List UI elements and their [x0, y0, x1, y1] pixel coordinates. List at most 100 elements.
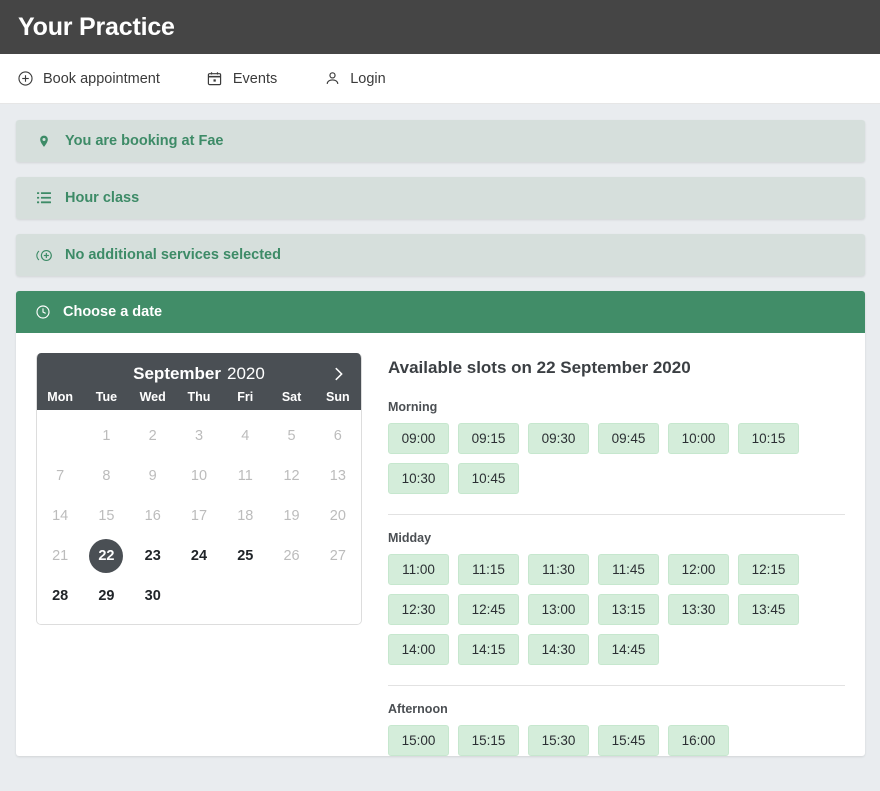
- time-slot-label: 13:45: [751, 602, 786, 617]
- time-slot-1345[interactable]: 13:45: [738, 594, 799, 625]
- time-slot-1230[interactable]: 12:30: [388, 594, 449, 625]
- nav-item-events[interactable]: Events: [206, 70, 277, 88]
- time-slot-label: 09:45: [611, 431, 646, 446]
- time-slot-label: 11:00: [402, 562, 435, 577]
- calendar-day-number: 24: [190, 547, 208, 564]
- time-slot-1400[interactable]: 14:00: [388, 634, 449, 665]
- map-pin-icon: [34, 132, 54, 150]
- banner-location[interactable]: You are booking at Fae: [16, 120, 865, 162]
- time-slot-label: 13:30: [681, 602, 716, 617]
- time-slot-1200[interactable]: 12:00: [668, 554, 729, 585]
- weekday-tue: Tue: [95, 390, 118, 404]
- time-slot-1545[interactable]: 15:45: [598, 725, 659, 756]
- add-service-icon: [34, 246, 54, 264]
- time-slot-1300[interactable]: 13:00: [528, 594, 589, 625]
- time-slot-1500[interactable]: 15:00: [388, 725, 449, 756]
- calendar-day-25[interactable]: 25: [222, 536, 268, 576]
- calendar-day-number: 26: [283, 547, 300, 564]
- calendar-day-number: 1: [102, 427, 111, 444]
- calendar-day-18: 18: [222, 496, 268, 536]
- calendar-day-14: 14: [37, 496, 83, 536]
- calendar-day-3: 3: [176, 416, 222, 456]
- calendar-day-12: 12: [268, 456, 314, 496]
- calendar-day-number: 13: [329, 467, 346, 484]
- calendar-day-13: 13: [315, 456, 361, 496]
- slot-group-divider: [388, 685, 845, 686]
- calendar-day-7: 7: [37, 456, 83, 496]
- calendar-day-28[interactable]: 28: [37, 576, 83, 616]
- nav-item-login[interactable]: Login: [323, 70, 386, 88]
- calendar-day-number: 12: [283, 467, 300, 484]
- time-slot-1315[interactable]: 13:15: [598, 594, 659, 625]
- calendar-day-number: 18: [237, 507, 254, 524]
- time-slot-label: 15:15: [471, 733, 506, 748]
- calendar-day-27: 27: [315, 536, 361, 576]
- weekday-fri: Fri: [237, 390, 254, 404]
- banner-service[interactable]: Hour class: [16, 177, 865, 219]
- calendar-day-number: 4: [241, 427, 250, 444]
- calendar-day-number: 23: [144, 547, 161, 564]
- time-slot-0945[interactable]: 09:45: [598, 423, 659, 454]
- time-slot-1600[interactable]: 16:00: [668, 725, 729, 756]
- time-slot-label: 12:15: [751, 562, 786, 577]
- calendar-day-30[interactable]: 30: [130, 576, 176, 616]
- time-slot-1445[interactable]: 14:45: [598, 634, 659, 665]
- banner-additional-services[interactable]: No additional services selected: [16, 234, 865, 276]
- time-slot-1215[interactable]: 12:15: [738, 554, 799, 585]
- calendar-day-24[interactable]: 24: [176, 536, 222, 576]
- time-slot-label: 16:00: [681, 733, 716, 748]
- time-slot-0930[interactable]: 09:30: [528, 423, 589, 454]
- weekday-wed: Wed: [139, 390, 166, 404]
- calendar-day-15: 15: [83, 496, 129, 536]
- time-slot-1030[interactable]: 10:30: [388, 463, 449, 494]
- time-slot-label: 15:00: [401, 733, 436, 748]
- time-slot-1515[interactable]: 15:15: [458, 725, 519, 756]
- calendar-day-number: 9: [148, 467, 157, 484]
- time-slot-label: 14:00: [401, 642, 436, 657]
- top-bar: Your Practice: [0, 0, 880, 54]
- time-slot-1145[interactable]: 11:45: [598, 554, 659, 585]
- next-month-button[interactable]: [325, 360, 351, 388]
- plus-circle-icon: [16, 70, 34, 88]
- calendar-day-10: 10: [176, 456, 222, 496]
- time-slot-1015[interactable]: 10:15: [738, 423, 799, 454]
- time-slot-label: 09:15: [471, 431, 506, 446]
- weekday-thu: Thu: [187, 390, 211, 404]
- calendar-day-number: 25: [237, 547, 254, 564]
- time-slot-1245[interactable]: 12:45: [458, 594, 519, 625]
- time-slot-label: 14:30: [541, 642, 576, 657]
- calendar-day-29[interactable]: 29: [83, 576, 129, 616]
- time-slot-1430[interactable]: 14:30: [528, 634, 589, 665]
- calendar-day-number: 10: [190, 467, 208, 484]
- time-slot-1000[interactable]: 10:00: [668, 423, 729, 454]
- calendar-day-number: 21: [52, 547, 69, 564]
- time-slot-1530[interactable]: 15:30: [528, 725, 589, 756]
- time-slot-0915[interactable]: 09:15: [458, 423, 519, 454]
- time-slot-1100[interactable]: 11:00: [388, 554, 449, 585]
- time-slot-label: 10:15: [751, 431, 786, 446]
- calendar-day-21: 21: [37, 536, 83, 576]
- calendar-day-number: 20: [329, 507, 346, 524]
- time-slot-label: 11:30: [542, 562, 575, 577]
- calendar-day-number: 14: [52, 507, 69, 524]
- time-slot-0900[interactable]: 09:00: [388, 423, 449, 454]
- time-slot-1045[interactable]: 10:45: [458, 463, 519, 494]
- time-slot-1115[interactable]: 11:15: [458, 554, 519, 585]
- banner-service-label: Hour class: [65, 190, 140, 206]
- panel-body: September 2020 Mon Tue Wed Thu Fri Sat S…: [16, 333, 865, 756]
- time-slot-label: 12:45: [471, 602, 506, 617]
- time-slot-label: 09:30: [541, 431, 576, 446]
- calendar-day-23[interactable]: 23: [130, 536, 176, 576]
- list-icon: [34, 189, 54, 207]
- calendar-icon: [206, 70, 224, 88]
- slot-group-label: Morning: [388, 400, 438, 414]
- nav-item-book-appointment[interactable]: Book appointment: [16, 70, 160, 88]
- calendar-day-8: 8: [83, 456, 129, 496]
- calendar-day-22[interactable]: 22: [83, 536, 129, 576]
- nav-label-book-appointment: Book appointment: [43, 70, 160, 87]
- time-slot-1130[interactable]: 11:30: [528, 554, 589, 585]
- calendar-day-6: 6: [315, 416, 361, 456]
- time-slot-1415[interactable]: 14:15: [458, 634, 519, 665]
- time-slot-1330[interactable]: 13:30: [668, 594, 729, 625]
- slot-group-label: Afternoon: [388, 702, 448, 716]
